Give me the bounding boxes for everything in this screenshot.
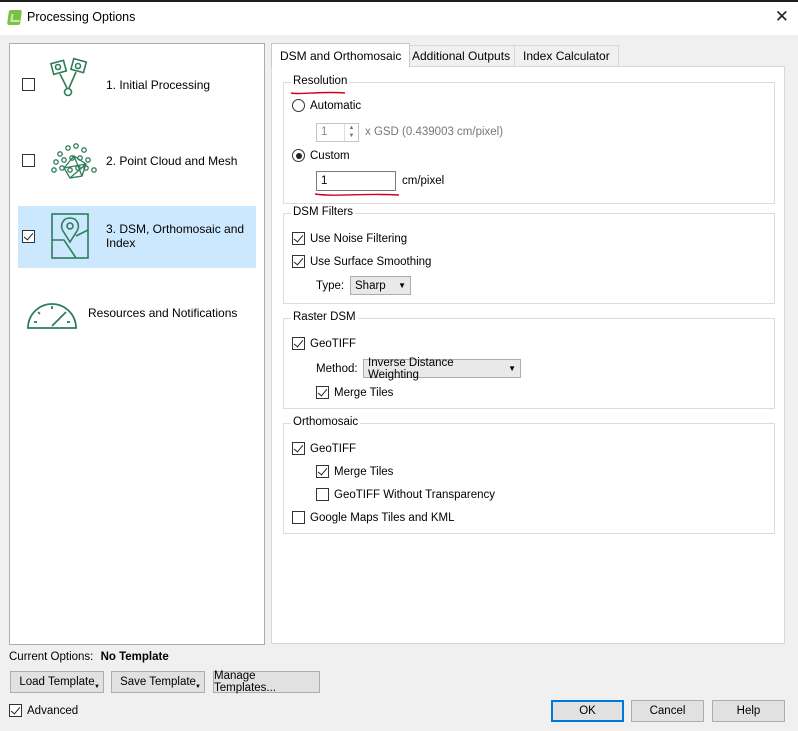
dropdown-arrow-icon: ▼ [508, 364, 516, 373]
ortho-merge-tiles-option[interactable]: Merge Tiles [316, 465, 393, 478]
advanced-option[interactable]: Advanced [9, 704, 78, 717]
map-pin-icon [51, 213, 89, 259]
noise-filtering-label: Use Noise Filtering [310, 232, 408, 245]
ortho-geotiff-label: GeoTIFF [310, 442, 357, 455]
save-template-button[interactable]: Save Template ▼ [111, 671, 205, 693]
current-options: Current Options: No Template [9, 651, 169, 663]
method-dropdown[interactable]: Inverse Distance Weighting ▼ [363, 356, 521, 381]
custom-radio[interactable] [292, 149, 305, 162]
title-bar: Processing Options ✕ [0, 0, 798, 35]
ortho-geotiff-checkbox[interactable] [292, 442, 305, 455]
google-maps-tiles-option[interactable]: Google Maps Tiles and KML [292, 511, 454, 524]
google-maps-tiles-checkbox[interactable] [292, 511, 305, 524]
automatic-radio[interactable] [292, 99, 305, 112]
ortho-merge-tiles-label: Merge Tiles [334, 465, 394, 478]
gsd-spinbox[interactable]: 1 ▲ ▼ [316, 123, 359, 142]
step-dsm-orthomosaic-index[interactable]: 3. DSM, Orthomosaic and Index [18, 206, 256, 268]
step-point-cloud-mesh-checkbox[interactable] [22, 154, 35, 167]
noise-filtering-checkbox[interactable] [292, 232, 305, 245]
step-initial-processing-checkbox[interactable] [22, 78, 35, 91]
raster-merge-tiles-checkbox[interactable] [316, 386, 329, 399]
dropdown-arrow-icon: ▼ [195, 684, 201, 690]
current-options-label: Current Options: [9, 651, 94, 663]
help-button[interactable]: Help [712, 700, 785, 722]
raster-dsm-group: Raster DSM GeoTIFF Method: Inverse Dista… [283, 311, 775, 409]
custom-option[interactable]: Custom [292, 149, 350, 162]
load-template-button[interactable]: Load Template ▼ [10, 671, 104, 693]
advanced-label: Advanced [27, 704, 79, 717]
gauge-icon [27, 303, 77, 329]
current-options-value: No Template [100, 651, 169, 663]
custom-resolution-input[interactable]: 1 [316, 171, 396, 191]
step-initial-processing-label: 1. Initial Processing [106, 78, 211, 92]
close-icon[interactable]: ✕ [775, 7, 789, 27]
type-dropdown[interactable]: Sharp ▼ [350, 276, 411, 295]
spin-arrows-icon[interactable]: ▲ ▼ [344, 124, 358, 141]
step-point-cloud-mesh-label: 2. Point Cloud and Mesh [106, 154, 238, 168]
dsm-filters-group: DSM Filters Use Noise Filtering Use Surf… [283, 206, 775, 304]
raster-merge-tiles-label: Merge Tiles [334, 386, 394, 399]
dropdown-arrow-icon: ▼ [398, 281, 406, 290]
dsm-filters-title: DSM Filters [291, 206, 356, 218]
tab-additional-outputs[interactable]: Additional Outputs [403, 45, 520, 66]
resolution-group: Resolution Automatic 1 ▲ ▼ x GSD (0.43900… [283, 75, 775, 204]
automatic-option[interactable]: Automatic [292, 99, 361, 112]
load-template-label: Load Template [19, 676, 95, 688]
tab-index-calculator[interactable]: Index Calculator [514, 45, 619, 66]
google-maps-tiles-label: Google Maps Tiles and KML [310, 511, 455, 524]
window-title: Processing Options [27, 10, 136, 24]
resolution-title: Resolution [291, 75, 350, 87]
gsd-suffix: x GSD (0.439003 cm/pixel) [365, 126, 504, 138]
surface-smoothing-checkbox[interactable] [292, 255, 305, 268]
noise-filtering-option[interactable]: Use Noise Filtering [292, 232, 407, 245]
step-dsm-orthomosaic-index-checkbox[interactable] [22, 230, 35, 243]
raster-merge-tiles-option[interactable]: Merge Tiles [316, 386, 393, 399]
type-label: Type: [316, 280, 345, 292]
geotiff-no-transparency-option[interactable]: GeoTIFF Without Transparency [316, 488, 495, 501]
surface-smoothing-option[interactable]: Use Surface Smoothing [292, 255, 431, 268]
step-resources-notifications[interactable]: Resources and Notifications [18, 284, 256, 346]
custom-unit: cm/pixel [402, 175, 445, 187]
automatic-label: Automatic [310, 99, 362, 112]
surface-smoothing-label: Use Surface Smoothing [310, 255, 432, 268]
method-value: Inverse Distance Weighting [368, 356, 454, 381]
step-resources-notifications-label: Resources and Notifications [88, 306, 238, 320]
raster-geotiff-option[interactable]: GeoTIFF [292, 337, 356, 350]
ortho-geotiff-option[interactable]: GeoTIFF [292, 442, 356, 455]
type-value: Sharp [355, 279, 386, 292]
ortho-merge-tiles-checkbox[interactable] [316, 465, 329, 478]
save-template-label: Save Template [120, 676, 196, 688]
cancel-button[interactable]: Cancel [631, 700, 704, 722]
app-logo-icon [6, 10, 23, 25]
tab-dsm-orthomosaic[interactable]: DSM and Orthomosaic [271, 43, 411, 67]
raster-geotiff-label: GeoTIFF [310, 337, 357, 350]
method-label: Method: [316, 363, 358, 375]
orthomosaic-title: Orthomosaic [291, 416, 361, 428]
step-point-cloud-mesh[interactable]: 2. Point Cloud and Mesh [18, 130, 256, 192]
advanced-checkbox[interactable] [9, 704, 22, 717]
custom-label: Custom [310, 149, 350, 162]
initial-processing-icon [49, 57, 88, 97]
dropdown-arrow-icon: ▼ [94, 684, 100, 690]
step-dsm-orthomosaic-index-label: 3. DSM, Orthomosaic and Index [106, 222, 245, 250]
raster-dsm-title: Raster DSM [291, 311, 358, 323]
processing-steps-panel: 1. Initial Processing 2. Point Cloud and… [9, 43, 265, 645]
tab-pane: Resolution Automatic 1 ▲ ▼ x GSD (0.43900… [271, 66, 785, 644]
custom-value-annotation-underline [314, 193, 400, 196]
geotiff-no-transparency-checkbox[interactable] [316, 488, 329, 501]
manage-templates-button[interactable]: Manage Templates... [213, 670, 320, 694]
ok-button[interactable]: OK [551, 700, 624, 722]
geotiff-no-transparency-label: GeoTIFF Without Transparency [334, 488, 496, 501]
raster-geotiff-checkbox[interactable] [292, 337, 305, 350]
step-initial-processing[interactable]: 1. Initial Processing [18, 54, 256, 116]
resolution-annotation-underline [290, 91, 346, 95]
point-cloud-icon [51, 143, 97, 179]
orthomosaic-group: Orthomosaic GeoTIFF Merge Tiles GeoTIFF … [283, 416, 775, 534]
gsd-value: 1 [321, 126, 328, 138]
